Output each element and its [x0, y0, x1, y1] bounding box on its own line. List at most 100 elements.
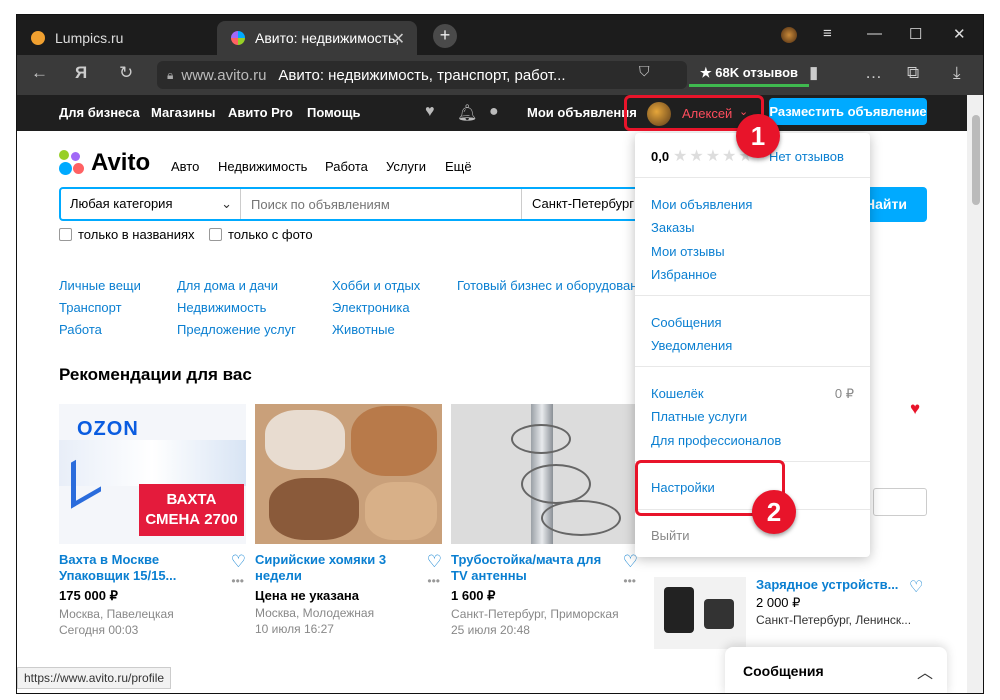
maximize-icon[interactable]: ☐: [909, 25, 922, 43]
new-tab-button[interactable]: +: [433, 24, 457, 48]
page-scrollbar[interactable]: [967, 95, 983, 693]
close-window-icon[interactable]: ✕: [953, 25, 966, 43]
menu-item-messages[interactable]: Сообщения: [651, 315, 722, 330]
reload-icon[interactable]: ↻: [119, 63, 133, 83]
category-link[interactable]: Личные вещи: [59, 278, 141, 293]
recommendations-title: Рекомендации для вас: [59, 365, 252, 384]
listing-location: Москва, Молодежная: [255, 606, 375, 620]
search-input[interactable]: [241, 189, 521, 219]
checkbox-box[interactable]: [209, 228, 222, 241]
scrollbar-thumb[interactable]: [972, 115, 980, 205]
post-ad-button[interactable]: Разместить объявление: [769, 98, 927, 125]
menu-item-wallet[interactable]: Кошелёк: [651, 386, 704, 401]
tab-lumpics[interactable]: Lumpics.ru: [17, 21, 217, 55]
checkbox-box[interactable]: [59, 228, 72, 241]
profile-avatar-icon[interactable]: [781, 27, 797, 43]
favorite-heart-icon[interactable]: ♥: [910, 399, 920, 419]
more-icon[interactable]: …: [865, 63, 882, 83]
category-link[interactable]: Работа: [59, 322, 102, 337]
avito-logo-dots-icon: [59, 150, 85, 176]
messages-panel[interactable]: Сообщения ︿: [725, 647, 947, 693]
listing-title[interactable]: Трубостойка/мачта для TV антенны: [451, 552, 611, 584]
only-photo-checkbox[interactable]: только с фото: [209, 227, 313, 242]
protect-icon[interactable]: ⛉: [639, 63, 650, 80]
menu-item-my-ads[interactable]: Мои объявления: [651, 197, 752, 212]
header-my-ads[interactable]: Мои объявления: [527, 105, 637, 120]
category-select[interactable]: Любая категория ⌄: [61, 189, 241, 219]
listing-title[interactable]: Зарядное устройств...: [756, 577, 898, 592]
favorite-heart-icon[interactable]: ♡: [909, 577, 923, 597]
avito-logo[interactable]: Avito: [59, 149, 150, 177]
menu-icon[interactable]: ≡: [823, 25, 832, 42]
messages-chat-icon[interactable]: ●: [489, 103, 499, 121]
listing-image[interactable]: [255, 404, 442, 544]
reviews-badge[interactable]: ★ 68K отзывов: [689, 63, 809, 87]
category-link[interactable]: Транспорт: [59, 300, 122, 315]
header-link-business[interactable]: Для бизнеса: [59, 105, 140, 120]
minimize-icon[interactable]: —: [867, 25, 882, 42]
category-link[interactable]: Электроника: [332, 300, 410, 315]
right-input-field[interactable]: [873, 488, 927, 516]
category-link[interactable]: Предложение услуг: [177, 322, 296, 337]
listing-image[interactable]: [654, 577, 746, 649]
download-icon[interactable]: ⤓: [953, 63, 961, 83]
bookmark-icon[interactable]: ▮: [809, 63, 818, 83]
only-titles-checkbox[interactable]: только в названиях: [59, 227, 195, 242]
header-link-shops[interactable]: Магазины: [151, 105, 215, 120]
checkbox-label: только с фото: [228, 227, 313, 242]
close-tab-icon[interactable]: ✕: [392, 29, 405, 49]
url-field[interactable]: 🔒︎ www.avito.ru Авито: недвижимость, тра…: [157, 61, 687, 89]
menu-item-for-pros[interactable]: Для профессионалов: [651, 433, 781, 448]
listing-price: 2 000 ₽: [756, 595, 801, 610]
listing-card[interactable]: Сирийские хомяки 3 недели ♡ ••• Цена не …: [255, 404, 442, 636]
header-link-pro[interactable]: Авито Pro: [228, 105, 293, 120]
more-dots-icon[interactable]: •••: [231, 574, 244, 588]
status-bar-url: https://www.avito.ru/profile: [17, 667, 172, 689]
listing-title[interactable]: Сирийские хомяки 3 недели: [255, 552, 415, 584]
listing-card[interactable]: Трубостойка/мачта для TV антенны ♡ ••• 1…: [451, 404, 638, 637]
menu-item-paid-services[interactable]: Платные услуги: [651, 409, 747, 424]
menu-item-orders[interactable]: Заказы: [651, 220, 694, 235]
ozon-logo: OZON: [77, 418, 139, 440]
favorite-heart-icon[interactable]: ♡: [427, 552, 442, 572]
listing-location: Санкт-Петербург, Ленинск...: [756, 613, 912, 627]
listing-price: Цена не указана: [255, 588, 359, 603]
lock-icon: 🔒︎: [167, 67, 174, 82]
more-dots-icon[interactable]: •••: [623, 574, 636, 588]
nav-auto[interactable]: Авто: [171, 159, 199, 174]
favorite-heart-icon[interactable]: ♡: [231, 552, 246, 572]
menu-item-logout[interactable]: Выйти: [651, 528, 690, 543]
menu-item-notifications[interactable]: Уведомления: [651, 338, 732, 353]
nav-services[interactable]: Услуги: [386, 159, 426, 174]
listing-date: 25 июля 20:48: [451, 623, 530, 637]
listing-card[interactable]: OZON ВАХТА СМЕНА 2700 Вахта в Москве Упа…: [59, 404, 246, 637]
nav-work[interactable]: Работа: [325, 159, 368, 174]
yandex-icon[interactable]: Я: [75, 63, 87, 83]
browser-window: Lumpics.ru Авито: недвижимость, ✕ + ≡ — …: [16, 14, 984, 694]
tab-avito[interactable]: Авито: недвижимость, ✕: [217, 21, 417, 55]
nav-more[interactable]: Ещё: [445, 159, 472, 174]
avito-logo-text: Avito: [91, 149, 151, 176]
extensions-icon[interactable]: ⧉: [907, 63, 919, 83]
more-dots-icon[interactable]: •••: [427, 574, 440, 588]
listing-date: Сегодня 00:03: [59, 623, 139, 637]
category-link[interactable]: Для дома и дачи: [177, 278, 278, 293]
listing-image[interactable]: [451, 404, 638, 544]
favorites-heart-icon[interactable]: ♥: [425, 103, 435, 121]
rating-value: 0,0: [651, 149, 670, 164]
nav-realty[interactable]: Недвижимость: [218, 159, 307, 174]
city-select[interactable]: Санкт-Петербург: [521, 189, 637, 219]
listing-image[interactable]: OZON ВАХТА СМЕНА 2700: [59, 404, 246, 544]
category-link[interactable]: Готовый бизнес и оборудование: [457, 278, 652, 293]
category-link[interactable]: Хобби и отдых: [332, 278, 420, 293]
back-icon[interactable]: ←: [31, 63, 48, 83]
menu-item-my-reviews[interactable]: Мои отзывы: [651, 244, 725, 259]
category-link[interactable]: Животные: [332, 322, 395, 337]
chevron-up-icon[interactable]: ︿: [917, 659, 933, 683]
no-reviews-link[interactable]: Нет отзывов: [769, 149, 844, 164]
menu-item-favorites[interactable]: Избранное: [651, 267, 717, 282]
listing-title[interactable]: Вахта в Москве Упаковщик 15/15...: [59, 552, 219, 584]
header-link-help[interactable]: Помощь: [307, 105, 360, 120]
category-link[interactable]: Недвижимость: [177, 300, 266, 315]
notifications-bell-icon[interactable]: 🔔︎: [457, 103, 477, 123]
